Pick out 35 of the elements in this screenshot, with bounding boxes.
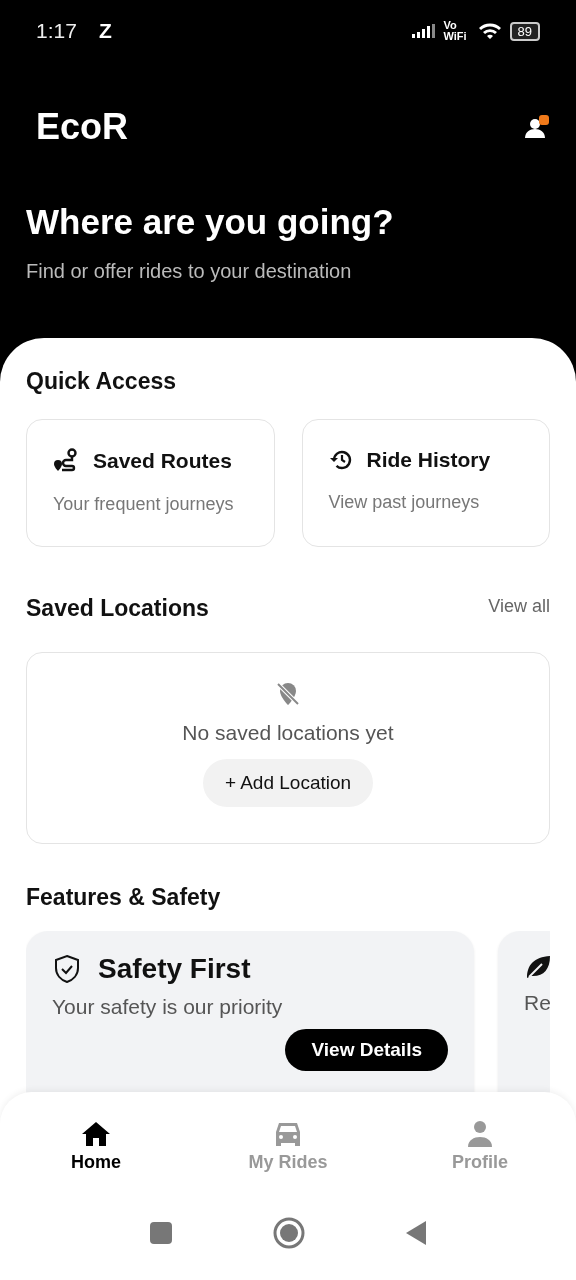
shield-check-icon (52, 954, 82, 984)
home-button-icon[interactable] (273, 1217, 305, 1249)
section-title: Features & Safety (26, 884, 222, 911)
wifi-icon (477, 22, 502, 40)
card-subtitle: View past journeys (328, 492, 481, 513)
quick-access-card[interactable]: Ride History View past journeys (301, 419, 550, 547)
section-title: Quick Access (26, 368, 178, 395)
nav-tab[interactable]: Home (36, 1120, 156, 1173)
route-icon (53, 448, 79, 474)
notification-indicator: Z (98, 19, 112, 43)
empty-message: No saved locations yet (182, 721, 394, 745)
view-all-link[interactable]: View all (488, 596, 550, 617)
feature-description: Your safety is our priority (52, 995, 284, 1019)
section-title: Saved Locations (26, 595, 209, 622)
add-location-button[interactable]: + Add Location (202, 759, 374, 807)
signal-icon (411, 24, 436, 38)
headline: Where are you going? (26, 202, 395, 242)
feature-title: Safety First (98, 953, 251, 985)
network-label: Vo WiFi (443, 20, 468, 42)
subtitle: Find or offer rides to your destination (26, 260, 353, 283)
card-title: Ride History (366, 448, 491, 472)
card-subtitle: Your frequent journeys (53, 494, 235, 515)
card-title: Saved Routes (93, 449, 232, 473)
battery-indicator: 89 (509, 21, 540, 41)
view-details-button[interactable]: View Details (285, 1029, 448, 1071)
location-off-icon (275, 681, 301, 707)
app-title: EcoR (36, 106, 129, 148)
profile-notification-icon[interactable] (524, 114, 550, 140)
feature-description: Re (524, 991, 550, 1015)
quick-access-card[interactable]: Saved Routes Your frequent journeys (26, 419, 275, 547)
back-icon[interactable] (405, 1220, 427, 1246)
status-time: 1:17 (36, 19, 77, 43)
history-icon (328, 448, 353, 472)
recents-icon[interactable] (149, 1221, 173, 1245)
home-icon (80, 1120, 112, 1148)
